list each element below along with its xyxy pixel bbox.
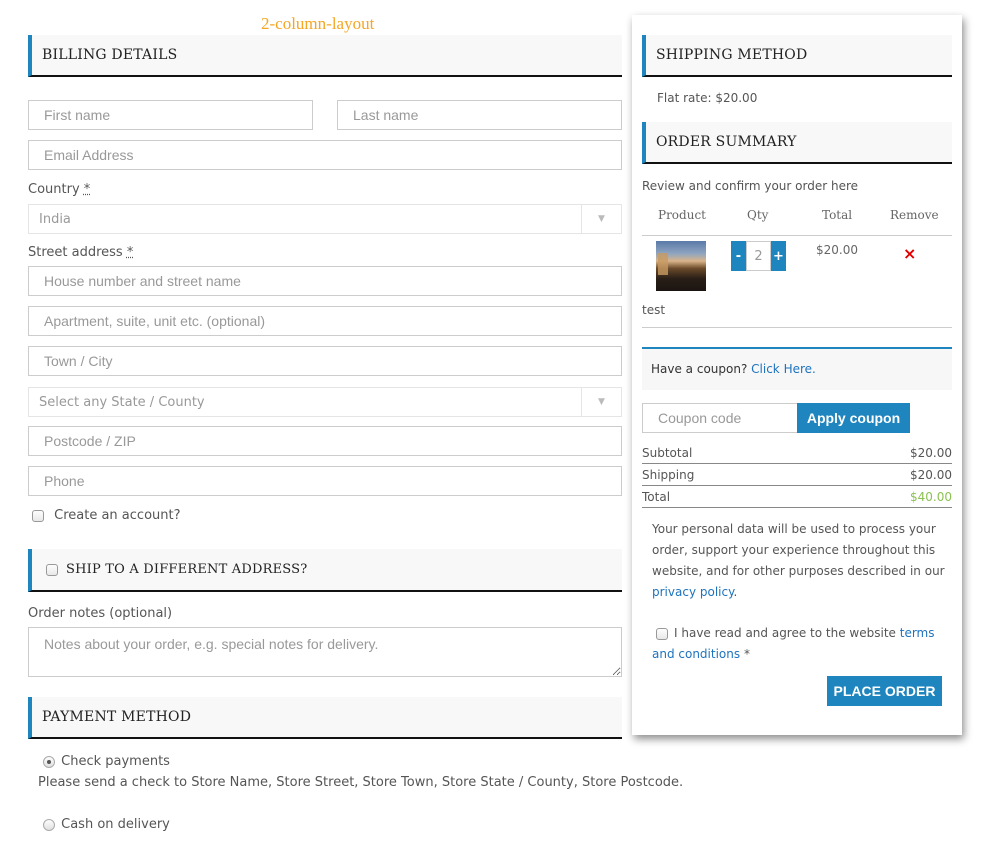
terms-checkbox[interactable] bbox=[656, 627, 668, 640]
payment-method-heading: PAYMENT METHOD bbox=[28, 697, 622, 739]
terms-row: I have read and agree to the website ter… bbox=[652, 623, 952, 665]
phone-input[interactable] bbox=[28, 466, 622, 496]
total-row: Total $40.00 bbox=[642, 486, 952, 508]
chevron-down-icon[interactable]: ▼ bbox=[581, 205, 621, 233]
cod-label: Cash on delivery bbox=[61, 817, 170, 832]
ship-different-heading[interactable]: SHIP TO A DIFFERENT ADDRESS? bbox=[28, 549, 622, 592]
required-mark: * bbox=[126, 245, 134, 260]
order-summary-title: ORDER SUMMARY bbox=[656, 134, 797, 150]
chevron-down-icon[interactable]: ▼ bbox=[581, 388, 621, 416]
order-summary-heading: ORDER SUMMARY bbox=[642, 122, 952, 164]
subtotal-row: Subtotal $20.00 bbox=[642, 442, 952, 464]
table-divider bbox=[642, 235, 952, 236]
billing-details-heading: BILLING DETAILS bbox=[28, 35, 622, 77]
order-sidebar: SHIPPING METHOD Flat rate: $20.00 ORDER … bbox=[632, 15, 962, 735]
shipping-label: Shipping bbox=[642, 467, 695, 482]
column-qty: Qty bbox=[747, 208, 769, 222]
qty-input[interactable]: 2 bbox=[746, 241, 771, 271]
item-divider bbox=[642, 327, 952, 328]
coupon-code-input[interactable] bbox=[642, 403, 798, 433]
country-select[interactable]: India ▼ bbox=[28, 204, 622, 234]
order-summary-intro: Review and confirm your order here bbox=[642, 179, 858, 193]
privacy-notice: Your personal data will be used to proce… bbox=[652, 519, 952, 603]
shipping-method-heading: SHIPPING METHOD bbox=[642, 35, 952, 77]
terms-text: I have read and agree to the website bbox=[674, 626, 896, 640]
shipping-value: $20.00 bbox=[910, 467, 952, 482]
required-mark: * bbox=[83, 182, 91, 197]
subtotal-label: Subtotal bbox=[642, 445, 693, 460]
shipping-row: Shipping $20.00 bbox=[642, 464, 952, 486]
postcode-input[interactable] bbox=[28, 426, 622, 456]
city-input[interactable] bbox=[28, 346, 622, 376]
privacy-policy-link[interactable]: privacy policy bbox=[652, 585, 733, 599]
total-value: $40.00 bbox=[910, 489, 952, 504]
payment-method-title: PAYMENT METHOD bbox=[42, 709, 192, 725]
country-label-text: Country bbox=[28, 182, 80, 197]
subtotal-value: $20.00 bbox=[910, 445, 952, 460]
coupon-prompt: Have a coupon? Click Here. bbox=[651, 362, 816, 376]
privacy-text: Your personal data will be used to proce… bbox=[652, 522, 945, 578]
place-order-button[interactable]: PLACE ORDER bbox=[827, 676, 942, 706]
billing-details-title: BILLING DETAILS bbox=[42, 47, 178, 63]
total-label: Total bbox=[642, 489, 671, 504]
privacy-end: . bbox=[733, 585, 738, 599]
qty-decrease-button[interactable]: - bbox=[731, 241, 746, 271]
shipping-method-value: Flat rate: $20.00 bbox=[657, 91, 758, 105]
apply-coupon-button[interactable]: Apply coupon bbox=[797, 403, 910, 433]
email-input[interactable] bbox=[28, 140, 622, 170]
order-notes-textarea[interactable] bbox=[28, 627, 622, 677]
state-select-value: Select any State / County bbox=[39, 394, 205, 410]
column-product: Product bbox=[658, 208, 706, 222]
product-thumbnail[interactable] bbox=[656, 241, 706, 291]
create-account-label: Create an account? bbox=[54, 508, 181, 523]
terms-required-mark: * bbox=[743, 647, 750, 661]
cod-radio[interactable] bbox=[43, 818, 55, 831]
coupon-notice: Have a coupon? Click Here. bbox=[642, 347, 952, 390]
check-payments-label: Check payments bbox=[61, 754, 170, 769]
remove-item-icon[interactable]: × bbox=[903, 244, 916, 263]
column-total: Total bbox=[822, 208, 853, 222]
coupon-click-here-link[interactable]: Click Here. bbox=[751, 362, 816, 376]
layout-label: 2-column-layout bbox=[261, 14, 375, 33]
street-label-text: Street address bbox=[28, 245, 123, 260]
shipping-method-title: SHIPPING METHOD bbox=[656, 47, 808, 63]
order-notes-label: Order notes (optional) bbox=[28, 606, 173, 621]
first-name-input[interactable] bbox=[28, 100, 313, 130]
create-account-checkbox[interactable] bbox=[32, 509, 44, 522]
payment-option-cod[interactable]: Cash on delivery bbox=[43, 817, 170, 832]
create-account-row[interactable]: Create an account? bbox=[32, 508, 181, 523]
country-label: Country * bbox=[28, 182, 90, 197]
street-address-label: Street address * bbox=[28, 245, 133, 260]
country-select-value: India bbox=[39, 211, 71, 227]
state-select[interactable]: Select any State / County ▼ bbox=[28, 387, 622, 417]
last-name-input[interactable] bbox=[337, 100, 622, 130]
payment-option-check[interactable]: Check payments bbox=[43, 754, 170, 769]
check-payments-radio[interactable] bbox=[43, 755, 55, 768]
column-remove: Remove bbox=[890, 208, 939, 222]
coupon-prompt-text: Have a coupon? bbox=[651, 362, 748, 376]
check-payments-description: Please send a check to Store Name, Store… bbox=[38, 775, 684, 790]
ship-different-title: SHIP TO A DIFFERENT ADDRESS? bbox=[66, 562, 308, 577]
item-total: $20.00 bbox=[816, 243, 858, 257]
street-address-1-input[interactable] bbox=[28, 266, 622, 296]
product-name: test bbox=[642, 303, 666, 317]
qty-increase-button[interactable]: + bbox=[771, 241, 786, 271]
street-address-2-input[interactable] bbox=[28, 306, 622, 336]
ship-different-checkbox[interactable] bbox=[46, 563, 58, 576]
